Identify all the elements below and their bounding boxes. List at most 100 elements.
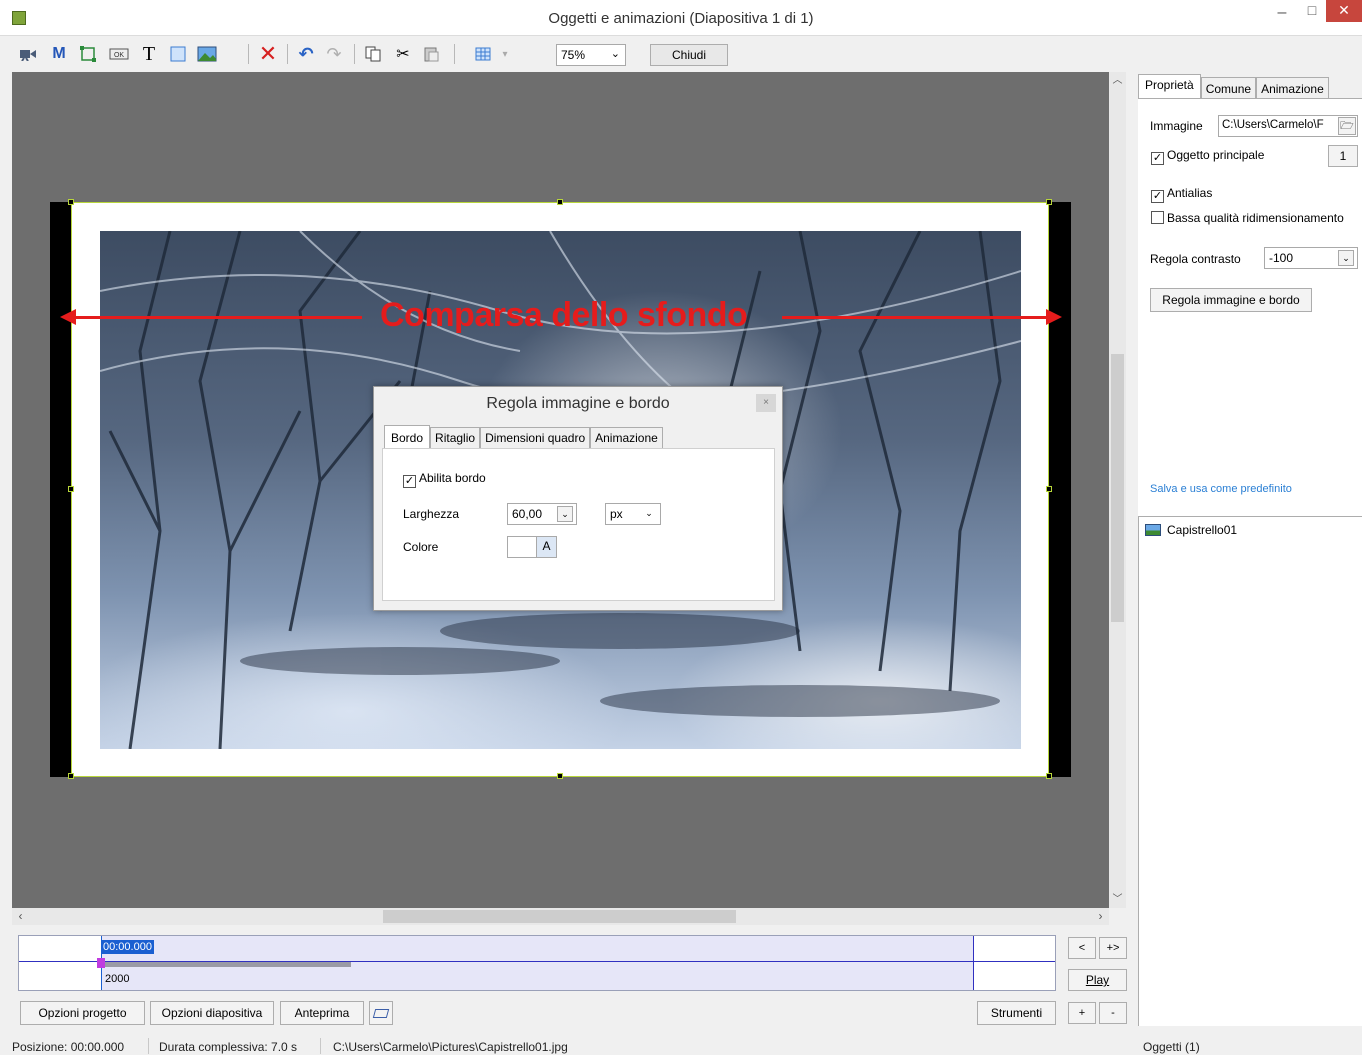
- tab-bordo[interactable]: Bordo: [384, 425, 431, 450]
- properties-panel: Proprietà Comune Animazione Immagine C:\…: [1138, 72, 1362, 516]
- mask-icon[interactable]: M: [50, 44, 68, 64]
- redo-icon[interactable]: ↷: [324, 44, 344, 64]
- contrast-select[interactable]: -100 ⌄: [1264, 247, 1358, 269]
- enable-border-checkbox[interactable]: ✓: [403, 475, 416, 488]
- adjust-image-button[interactable]: Regola immagine e bordo: [1150, 288, 1312, 312]
- tab-dimensioni-quadro[interactable]: Dimensioni quadro: [480, 427, 591, 449]
- preview-button[interactable]: Anteprima: [280, 1001, 364, 1025]
- chevron-down-icon[interactable]: ⌄: [557, 506, 573, 522]
- tab-proprieta[interactable]: Proprietà: [1138, 74, 1201, 100]
- scroll-down-icon[interactable]: ﹀: [1109, 891, 1126, 908]
- chevron-down-icon: ⌄: [610, 48, 620, 60]
- undo-icon[interactable]: ↶: [296, 44, 316, 64]
- scroll-left-icon[interactable]: ‹: [12, 908, 29, 925]
- list-item[interactable]: Capistrello01: [1145, 523, 1237, 537]
- screen-icon: [372, 1009, 390, 1019]
- image-path-value: C:\Users\Carmelo\F: [1222, 119, 1324, 131]
- paste-icon[interactable]: [420, 44, 442, 64]
- resize-handle-bl[interactable]: [68, 773, 74, 779]
- objects-list[interactable]: Capistrello01: [1138, 516, 1362, 1026]
- slide-canvas[interactable]: Comparsa dello sfondo Regola immagine e …: [12, 72, 1109, 908]
- chevron-down-icon[interactable]: ⌄: [1338, 250, 1354, 266]
- resize-handle-t[interactable]: [557, 199, 563, 205]
- project-options-button[interactable]: Opzioni progetto: [20, 1001, 145, 1025]
- camera-icon[interactable]: [18, 44, 38, 64]
- arrow-right-icon: [1046, 309, 1062, 325]
- tab-animazione-panel[interactable]: Animazione: [1256, 77, 1329, 99]
- close-window-button[interactable]: ✕: [1326, 0, 1362, 22]
- width-select[interactable]: 60,00 ⌄: [507, 503, 577, 525]
- status-bar: Posizione: 00:00.000 Durata complessiva:…: [0, 1036, 1362, 1055]
- slide-options-button[interactable]: Opzioni diapositiva: [150, 1001, 274, 1025]
- play-button[interactable]: Play: [1068, 969, 1127, 991]
- zoom-in-button[interactable]: +: [1068, 1002, 1096, 1024]
- cut-icon[interactable]: ✂: [392, 44, 414, 64]
- zoom-select[interactable]: 75% ⌄: [556, 44, 626, 66]
- dialog-close-button[interactable]: ×: [756, 394, 776, 412]
- resize-handle-r[interactable]: [1046, 486, 1052, 492]
- vertical-scroll-thumb[interactable]: [1111, 354, 1124, 622]
- copy-icon[interactable]: [362, 44, 384, 64]
- window-title: Oggetti e animazioni (Diapositiva 1 di 1…: [548, 10, 814, 27]
- image-icon[interactable]: [196, 44, 218, 64]
- scroll-up-icon[interactable]: ︿: [1109, 72, 1126, 89]
- contrast-label: Regola contrasto: [1150, 252, 1241, 266]
- fullscreen-button[interactable]: [369, 1001, 393, 1025]
- timeline-value: 2000: [105, 973, 130, 985]
- scroll-right-icon[interactable]: ›: [1092, 908, 1109, 925]
- keyframe-marker[interactable]: [97, 958, 105, 968]
- antialias-label: Antialias: [1167, 186, 1213, 200]
- low-quality-checkbox[interactable]: [1151, 211, 1164, 224]
- low-quality-row[interactable]: Bassa qualità ridimensionamento: [1151, 211, 1344, 225]
- main-object-row[interactable]: ✓ Oggetto principale: [1151, 148, 1264, 165]
- frame-icon[interactable]: [78, 44, 98, 64]
- main-object-checkbox[interactable]: ✓: [1151, 152, 1164, 165]
- grid-icon[interactable]: [472, 44, 494, 64]
- delete-icon[interactable]: ✕: [258, 41, 278, 66]
- timeline-expand-button[interactable]: +>: [1099, 937, 1127, 959]
- horizontal-scrollbar[interactable]: ‹ ›: [12, 908, 1109, 925]
- low-quality-label: Bassa qualità ridimensionamento: [1167, 211, 1344, 225]
- properties-content: Immagine C:\Users\Carmelo\F 🗁 ✓ Oggetto p…: [1138, 98, 1362, 516]
- maximize-button[interactable]: □: [1302, 2, 1322, 22]
- unit-select[interactable]: px ⌄: [605, 503, 661, 525]
- antialias-checkbox[interactable]: ✓: [1151, 190, 1164, 203]
- grid-dropdown-icon[interactable]: ▾: [498, 44, 512, 64]
- timeline[interactable]: 00:00.000 2000: [18, 935, 1056, 991]
- tab-animazione[interactable]: Animazione: [590, 427, 663, 449]
- text-icon[interactable]: T: [140, 43, 158, 65]
- antialias-row[interactable]: ✓ Antialias: [1151, 186, 1212, 203]
- tab-comune[interactable]: Comune: [1200, 77, 1257, 99]
- chevron-down-icon[interactable]: ⌄: [641, 506, 657, 522]
- resize-handle-tl[interactable]: [68, 199, 74, 205]
- border-panel: ✓ Abilita bordo Larghezza 60,00 ⌄ px ⌄ Co…: [382, 448, 775, 601]
- vertical-scrollbar[interactable]: ︿ ﹀: [1109, 72, 1126, 908]
- timeline-prev-button[interactable]: <: [1068, 937, 1096, 959]
- status-position: Posizione: 00:00.000: [12, 1040, 125, 1054]
- enable-border-row[interactable]: ✓ Abilita bordo: [403, 471, 486, 488]
- minimize-button[interactable]: –: [1272, 4, 1292, 24]
- width-label: Larghezza: [403, 507, 460, 521]
- resize-handle-l[interactable]: [68, 486, 74, 492]
- resize-handle-b[interactable]: [557, 773, 563, 779]
- main-object-number[interactable]: 1: [1328, 145, 1358, 167]
- close-button[interactable]: Chiudi: [650, 44, 728, 66]
- svg-text:OK: OK: [114, 52, 124, 59]
- folder-open-icon[interactable]: 🗁: [1338, 117, 1356, 135]
- horizontal-scroll-thumb[interactable]: [383, 910, 736, 923]
- button-object-icon[interactable]: OK: [108, 44, 130, 64]
- zoom-value: 75%: [561, 48, 586, 62]
- tools-button[interactable]: Strumenti: [977, 1001, 1056, 1025]
- zoom-out-button[interactable]: -: [1099, 1002, 1127, 1024]
- resize-handle-br[interactable]: [1046, 773, 1052, 779]
- color-picker[interactable]: A: [507, 536, 557, 558]
- color-auto-button[interactable]: A: [536, 537, 556, 557]
- adjust-image-dialog: Regola immagine e bordo × Bordo Ritaglio…: [373, 386, 783, 611]
- image-path-field[interactable]: C:\Users\Carmelo\F 🗁: [1218, 115, 1358, 137]
- tab-ritaglio[interactable]: Ritaglio: [430, 427, 481, 449]
- save-default-link[interactable]: Salva e usa come predefinito: [1150, 483, 1292, 495]
- annotation-line-left: [72, 316, 362, 319]
- resize-handle-tr[interactable]: [1046, 199, 1052, 205]
- rectangle-icon[interactable]: [168, 44, 188, 64]
- timeline-object-bar[interactable]: [101, 962, 351, 967]
